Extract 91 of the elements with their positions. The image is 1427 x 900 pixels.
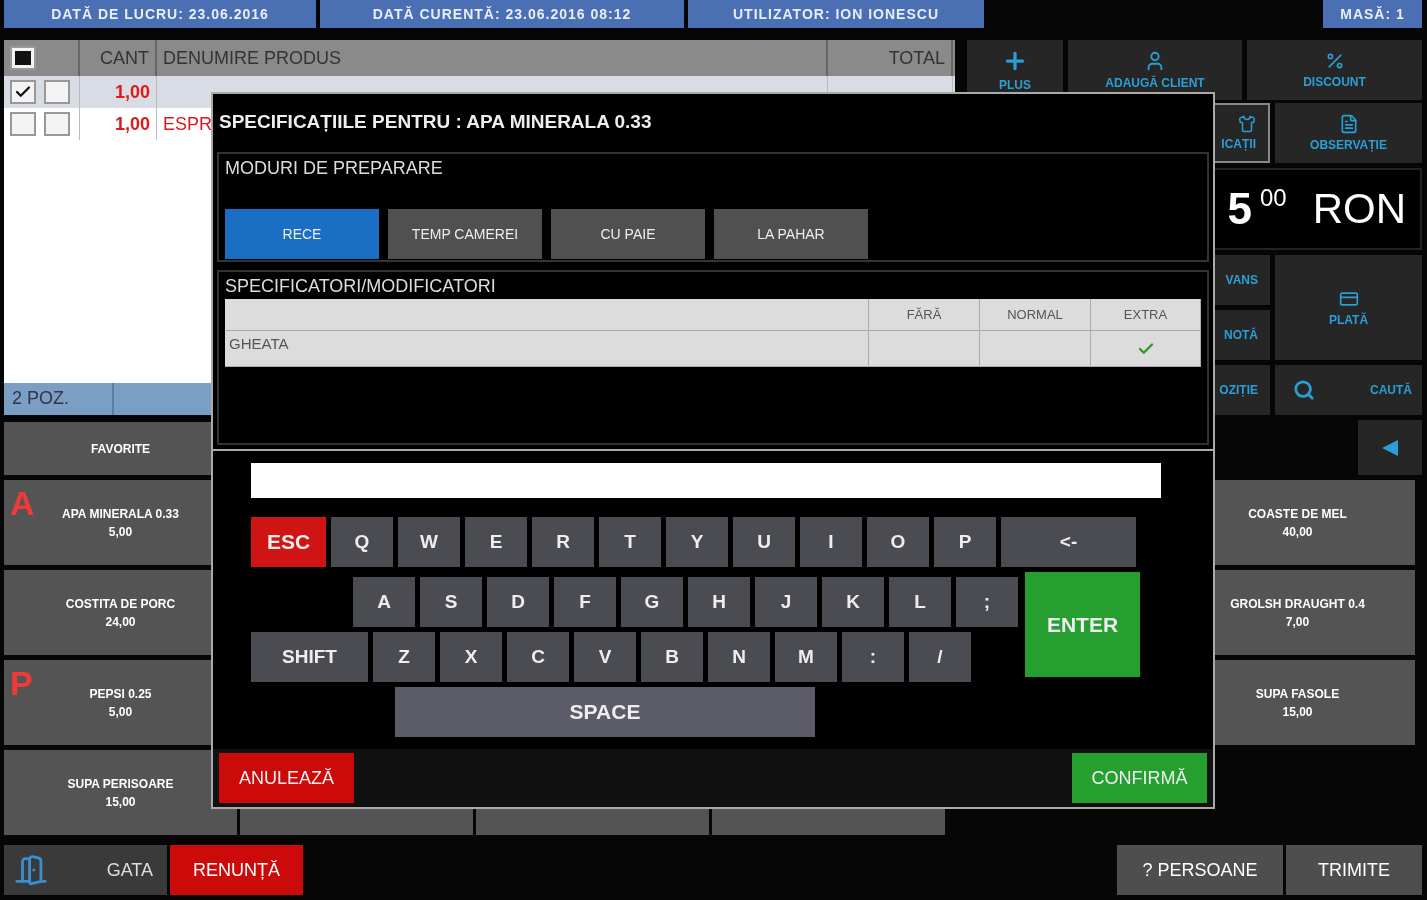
door-icon — [14, 853, 48, 887]
column-header: FĂRĂ — [869, 299, 980, 330]
send-button[interactable]: TRIMITE — [1286, 845, 1422, 895]
space-key[interactable]: SPACE — [395, 687, 815, 737]
keyboard-key[interactable]: J — [755, 577, 817, 627]
info-label: UTILIZATOR: ION IONESCU — [688, 0, 984, 28]
keyboard-key[interactable]: / — [909, 632, 971, 682]
keyboard-key[interactable]: S — [420, 577, 482, 627]
persons-button[interactable]: ? PERSOANE — [1117, 845, 1283, 895]
table-cell: 1,00 — [80, 108, 157, 140]
product-name: GROLSH DRAUGHT 0.4 — [1230, 595, 1365, 613]
keyboard-key[interactable]: D — [487, 577, 549, 627]
done-button[interactable]: GATA — [4, 845, 167, 895]
keyboard-key[interactable]: W — [398, 517, 460, 567]
product-name: PEPSI 0.25 — [89, 685, 152, 703]
cancel-button[interactable]: RENUNȚĂ — [170, 845, 303, 895]
select-all-checkbox[interactable] — [10, 46, 36, 70]
shirt-icon — [1238, 115, 1256, 133]
product-price: 15,00 — [1282, 703, 1313, 721]
product-name: SUPA FASOLE — [1255, 685, 1340, 703]
product-price: 40,00 — [1282, 523, 1313, 541]
letter-label: A — [10, 483, 35, 524]
column-header: NORMAL — [980, 299, 1091, 330]
keyboard-key[interactable]: R — [532, 517, 594, 567]
product-price: 24,00 — [105, 613, 136, 631]
product-price: 5,00 — [108, 703, 133, 721]
backspace-key[interactable]: <- — [1001, 517, 1136, 567]
keyboard-key[interactable]: G — [621, 577, 683, 627]
mode-option[interactable]: CU PAIE — [551, 209, 705, 259]
keyboard-key[interactable]: : — [842, 632, 904, 682]
keyboard-key[interactable]: Y — [666, 517, 728, 567]
keyboard-key[interactable]: E — [465, 517, 527, 567]
keyboard-key[interactable]: O — [867, 517, 929, 567]
keyboard-key[interactable]: H — [688, 577, 750, 627]
product-price: 15,00 — [105, 793, 136, 811]
text-input-field[interactable] — [251, 463, 1161, 498]
left-arrow-icon — [1380, 437, 1400, 458]
total-amount: 5 — [1227, 184, 1252, 234]
product-name: COASTE DE MEL — [1248, 505, 1347, 523]
keyboard-key[interactable]: I — [800, 517, 862, 567]
row-checkbox[interactable] — [10, 112, 36, 136]
product-name: SUPA PERISOARE — [67, 775, 174, 793]
keyboard-key[interactable]: F — [554, 577, 616, 627]
keyboard-key[interactable]: M — [775, 632, 837, 682]
keyboard-key[interactable]: C — [507, 632, 569, 682]
keyboard-key[interactable]: K — [822, 577, 884, 627]
keyboard-key[interactable]: B — [641, 632, 703, 682]
keyboard-key[interactable]: V — [574, 632, 636, 682]
info-label: DATĂ CURENTĂ: 23.06.2016 08:12 — [320, 0, 684, 28]
square-icon — [15, 51, 31, 65]
row-checkbox[interactable] — [44, 80, 70, 104]
keyboard-key[interactable]: U — [733, 517, 795, 567]
search-button[interactable]: CAUTĂ — [1275, 365, 1422, 415]
keyboard-key[interactable]: Z — [373, 632, 435, 682]
position-count: 2 POZ. — [4, 383, 114, 415]
keyboard-key[interactable]: P — [934, 517, 996, 567]
product-name: COSTITA DE PORC — [65, 595, 176, 613]
keyboard-key[interactable]: A — [353, 577, 415, 627]
keyboard-key[interactable]: Q — [331, 517, 393, 567]
back-button[interactable] — [1358, 420, 1422, 475]
keyboard-key[interactable]: N — [708, 632, 770, 682]
keyboard-key[interactable]: X — [440, 632, 502, 682]
section-title: MODURI DE PREPARARE — [225, 158, 444, 179]
keyboard-key[interactable]: T — [599, 517, 661, 567]
product-price: 5,00 — [108, 523, 133, 541]
cancel-button[interactable]: ANULEAZĂ — [219, 753, 354, 803]
row-checkbox[interactable] — [10, 80, 36, 104]
esc-key[interactable]: ESC — [251, 517, 326, 567]
section-title: SPECIFICATORI/MODIFICATORI — [225, 276, 497, 297]
search-icon — [1293, 379, 1315, 401]
pay-button[interactable]: PLATĂ — [1275, 255, 1422, 360]
mode-option[interactable]: TEMP CAMEREI — [388, 209, 542, 259]
table-cell: GHEATA — [225, 331, 869, 366]
mode-option[interactable]: LA PAHAR — [714, 209, 868, 259]
table-label: MASĂ: 1 — [1323, 0, 1422, 28]
shift-key[interactable]: SHIFT — [251, 632, 368, 682]
info-label: DATĂ DE LUCRU: 23.06.2016 — [4, 0, 316, 28]
keyboard-key[interactable]: L — [889, 577, 951, 627]
action-button[interactable]: OBSERVAȚIE — [1275, 103, 1422, 163]
action-button[interactable]: DISCOUNT — [1247, 40, 1422, 100]
currency-label: RON — [1312, 185, 1406, 233]
product-price: 7,00 — [1285, 613, 1310, 631]
column-header: EXTRA — [1091, 299, 1201, 330]
product-name: APA MINERALA 0.33 — [62, 505, 179, 523]
keyboard-key[interactable]: ; — [956, 577, 1018, 627]
total-decimals: 00 — [1259, 184, 1287, 212]
row-checkbox[interactable] — [44, 112, 70, 136]
mode-option[interactable]: RECE — [225, 209, 379, 259]
letter-label: P — [10, 663, 33, 704]
dialog-title: SPECIFICAȚIILE PENTRU : APA MINERALA 0.33 — [218, 110, 653, 134]
product-button[interactable]: SUPA PERISOARE 15,00 — [4, 750, 237, 835]
